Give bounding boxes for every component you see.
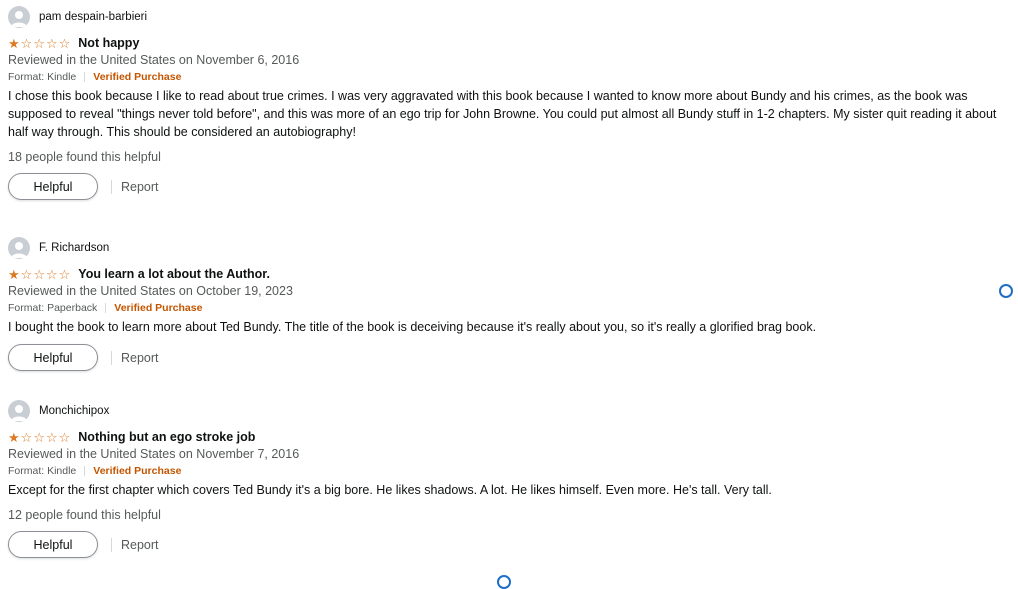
review-body: I chose this book because I like to read…	[8, 89, 997, 139]
star-empty-icon: ☆	[58, 429, 71, 445]
format-link[interactable]: Format: Kindle	[8, 70, 76, 84]
star-empty-icon: ☆	[20, 429, 33, 445]
cursor-ring-icon	[497, 575, 511, 589]
reviewer-name[interactable]: Monchichipox	[39, 405, 109, 417]
review-title[interactable]: Nothing but an ego stroke job	[78, 430, 255, 444]
helpful-button[interactable]: Helpful	[8, 531, 98, 558]
star-empty-icon: ☆	[33, 266, 45, 282]
review-body: I bought the book to learn more about Te…	[8, 320, 817, 334]
divider	[111, 537, 112, 552]
format-link[interactable]: Format: Kindle	[8, 464, 76, 478]
divider	[84, 466, 86, 476]
report-link[interactable]: Report	[121, 538, 159, 552]
helpful-button[interactable]: Helpful	[8, 173, 98, 200]
review-1: pam despain-barbieri ★ ☆ ☆ ☆ ☆ Not happy…	[8, 6, 1008, 200]
cursor-ring-icon	[999, 284, 1013, 298]
review-date: Reviewed in the United States on Novembe…	[8, 447, 300, 461]
avatar	[8, 237, 30, 259]
divider	[84, 72, 86, 82]
star-empty-icon: ☆	[20, 266, 33, 282]
star-empty-icon: ☆	[45, 429, 58, 445]
format-link[interactable]: Format: Paperback	[8, 301, 97, 315]
star-empty-icon: ☆	[33, 35, 45, 51]
review-title[interactable]: You learn a lot about the Author.	[78, 267, 270, 281]
star-empty-icon: ☆	[33, 429, 45, 445]
star-filled-icon: ★	[8, 429, 20, 445]
review-date: Reviewed in the United States on October…	[8, 284, 293, 298]
review-title[interactable]: Not happy	[78, 36, 139, 50]
helpful-button[interactable]: Helpful	[8, 344, 98, 371]
verified-purchase-badge: Verified Purchase	[93, 71, 182, 83]
star-rating[interactable]: ★ ☆ ☆ ☆ ☆	[8, 37, 70, 50]
star-empty-icon: ☆	[45, 266, 58, 282]
reviewer-profile[interactable]: F. Richardson	[8, 237, 1008, 259]
verified-purchase-badge: Verified Purchase	[114, 302, 203, 314]
report-link[interactable]: Report	[121, 351, 159, 365]
star-empty-icon: ☆	[58, 266, 71, 282]
star-filled-icon: ★	[8, 35, 20, 51]
star-rating[interactable]: ★ ☆ ☆ ☆ ☆	[8, 431, 70, 444]
divider	[111, 179, 112, 194]
star-empty-icon: ☆	[58, 35, 71, 51]
helpful-count: 18 people found this helpful	[8, 150, 161, 164]
reviewer-profile[interactable]: pam despain-barbieri	[8, 6, 1008, 28]
review-date: Reviewed in the United States on Novembe…	[8, 53, 300, 67]
star-empty-icon: ☆	[20, 35, 33, 51]
reviewer-profile[interactable]: Monchichipox	[8, 400, 1008, 422]
verified-purchase-badge: Verified Purchase	[93, 465, 182, 477]
star-filled-icon: ★	[8, 266, 20, 282]
divider	[105, 303, 107, 313]
review-2: F. Richardson ★ ☆ ☆ ☆ ☆ You learn a lot …	[8, 237, 1008, 371]
avatar	[8, 6, 30, 28]
report-link[interactable]: Report	[121, 180, 159, 194]
star-rating[interactable]: ★ ☆ ☆ ☆ ☆	[8, 268, 70, 281]
helpful-count: 12 people found this helpful	[8, 508, 161, 522]
star-empty-icon: ☆	[45, 35, 58, 51]
reviewer-name[interactable]: pam despain-barbieri	[39, 11, 147, 23]
review-3: Monchichipox ★ ☆ ☆ ☆ ☆ Nothing but an eg…	[8, 400, 1008, 558]
avatar	[8, 400, 30, 422]
divider	[111, 350, 112, 365]
review-body: Except for the first chapter which cover…	[8, 483, 772, 497]
reviewer-name[interactable]: F. Richardson	[39, 242, 109, 254]
